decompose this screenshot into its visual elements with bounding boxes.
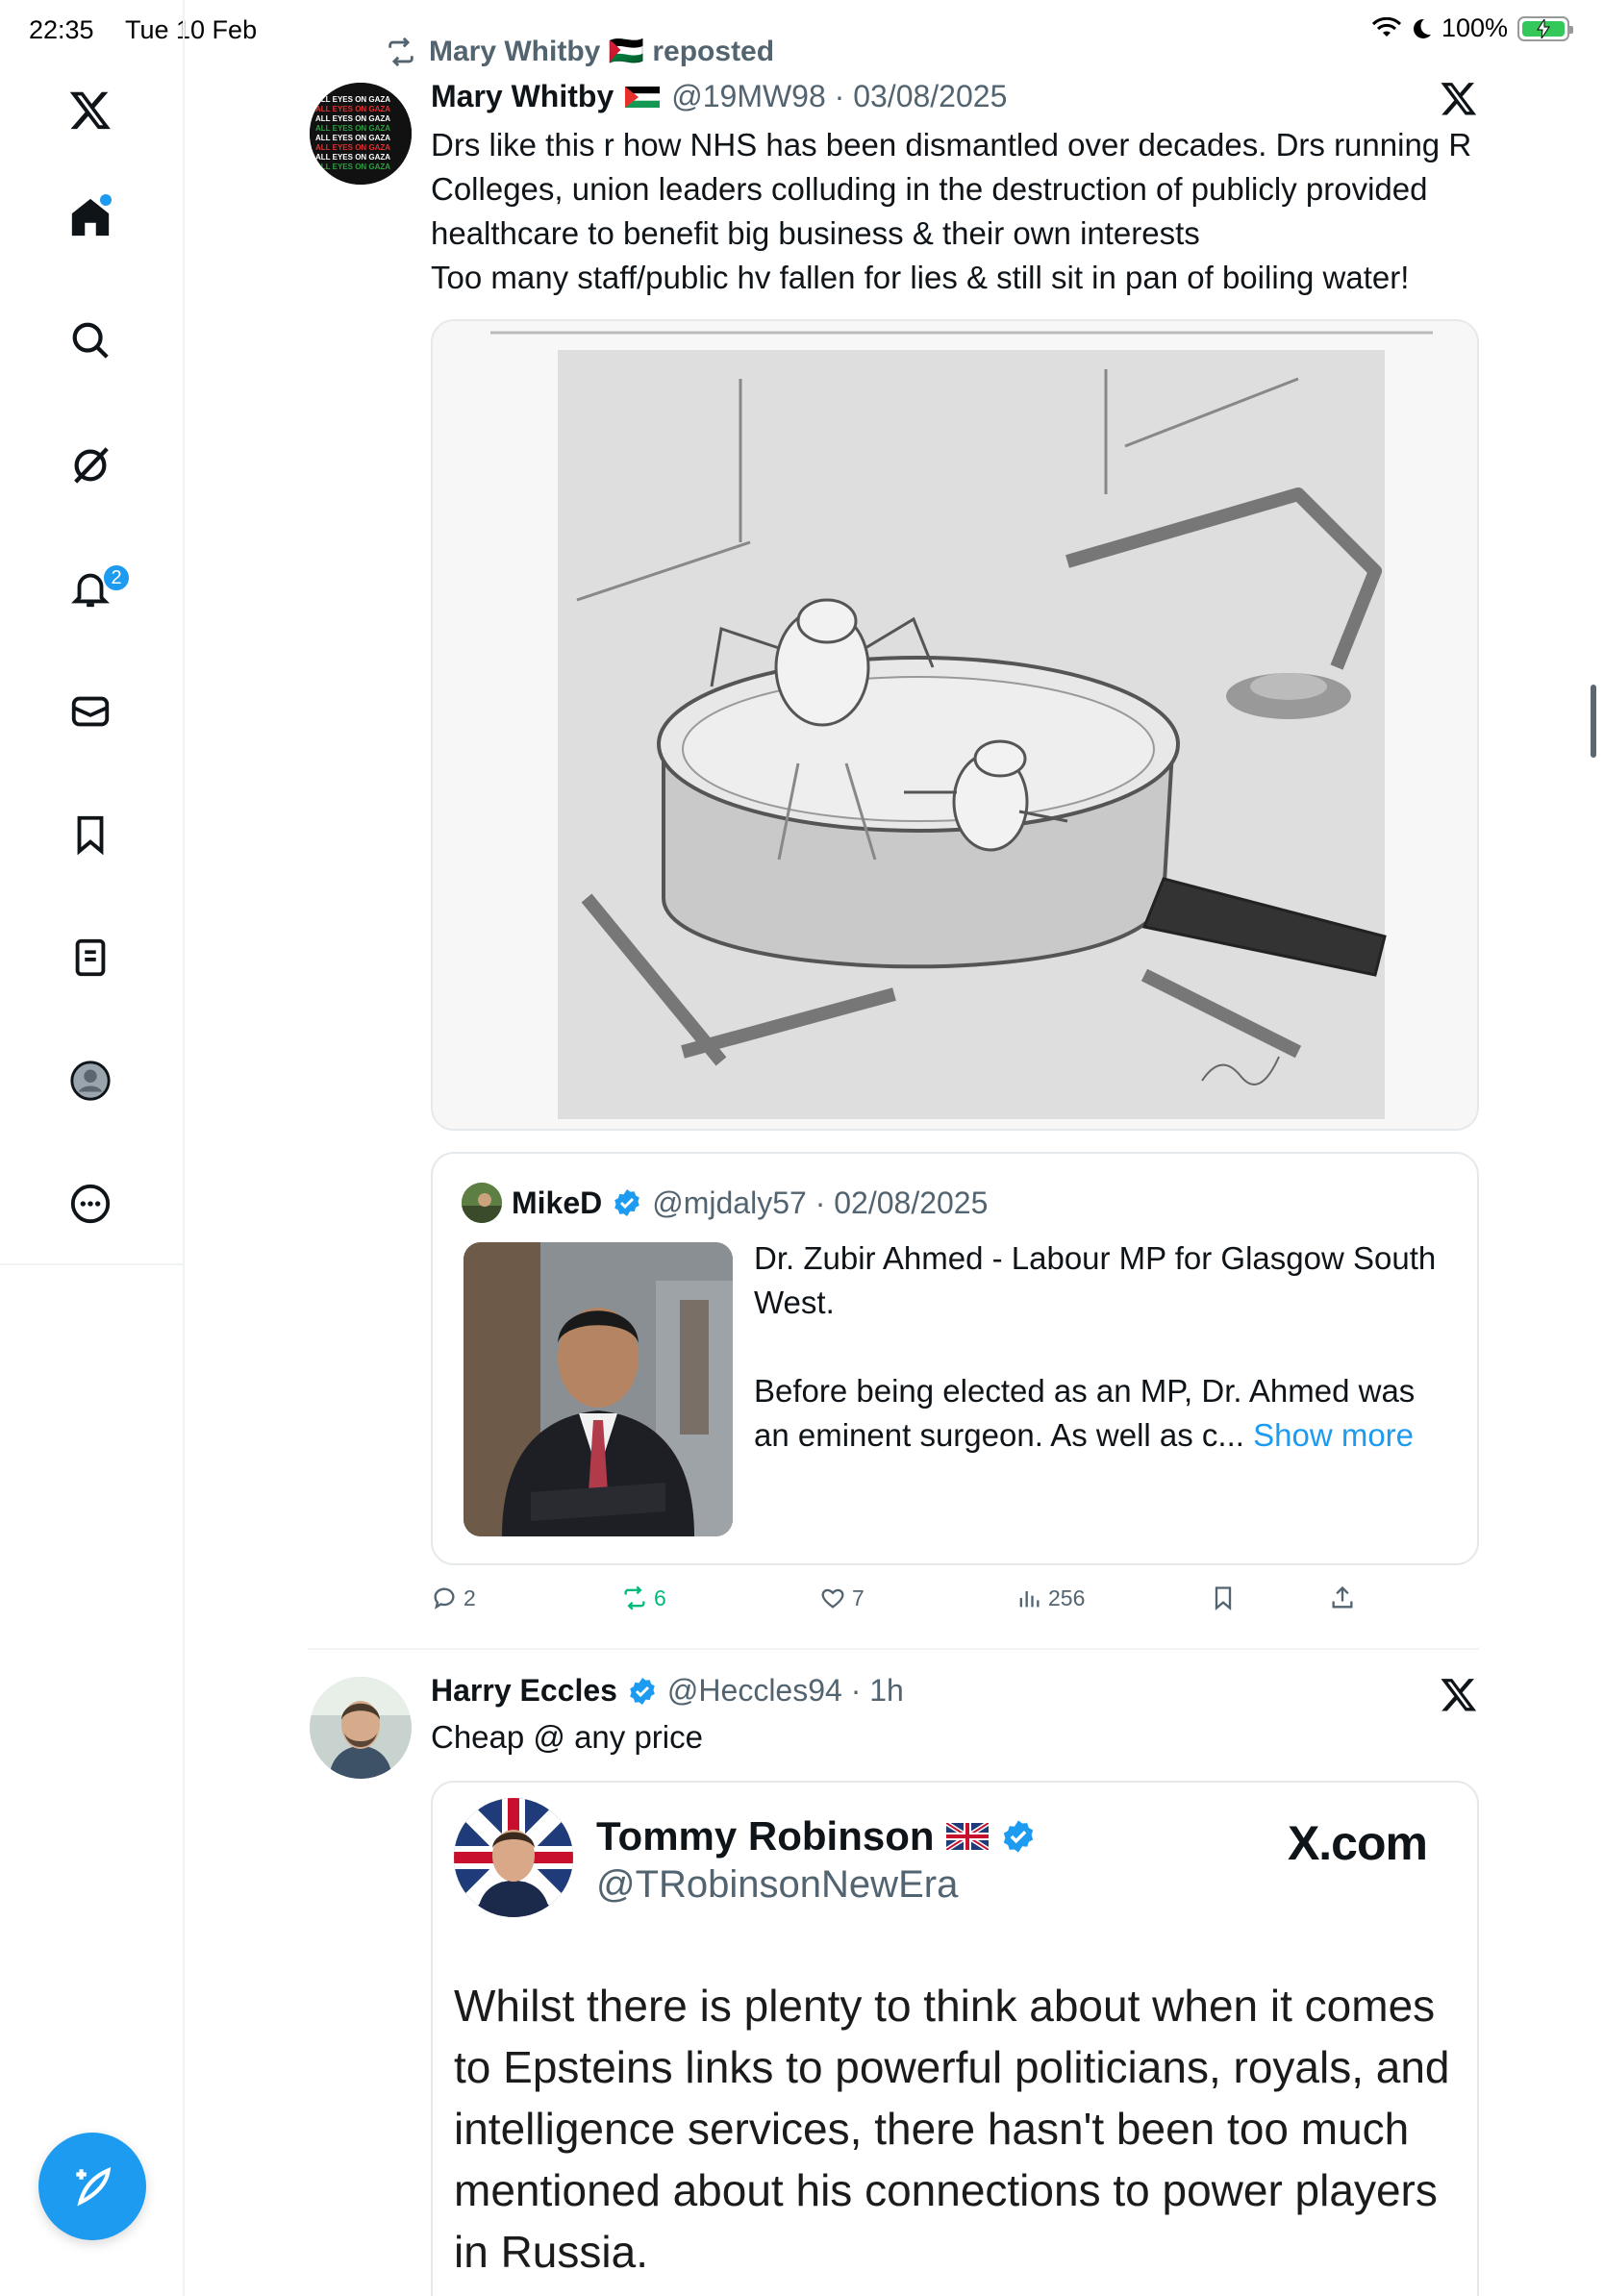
svg-text:ALL EYES ON GAZA: ALL EYES ON GAZA [315,162,390,171]
search-icon[interactable] [63,313,117,367]
verified-badge-icon [1003,1820,1033,1853]
notifications-badge: 2 [102,563,131,592]
svg-text:ALL EYES ON GAZA: ALL EYES ON GAZA [315,134,390,142]
x-logo-icon[interactable] [1440,1675,1478,1713]
profile-avatar-icon[interactable] [63,1054,117,1108]
svg-text:ALL EYES ON GAZA: ALL EYES ON GAZA [315,153,390,162]
harry-eccles-avatar[interactable] [310,1677,412,1779]
quoted-text-line1: Dr. Zubir Ahmed - Labour MP for Glasgow … [754,1240,1437,1320]
repost-icon [388,37,414,66]
home-unread-dot [100,194,112,206]
repost-label: Mary Whitby 🇵🇸 reposted [429,36,775,67]
wifi-icon [1371,16,1401,37]
sidebar: 2 [0,0,185,2296]
tweet2-text: Cheap @ any price [431,1719,703,1755]
views-count: 256 [1048,1585,1086,1610]
tweet2-author-name[interactable]: Harry Eccles [431,1673,617,1709]
repost-button[interactable]: 6 [621,1585,666,1611]
more-icon[interactable] [63,1177,117,1231]
svg-text:ALL EYES ON GAZA: ALL EYES ON GAZA [315,95,390,104]
tweet2-image[interactable]: Tommy Robinson @TRobinsonNewEra X.com Wh… [431,1781,1479,2296]
verified-badge-icon [614,1189,640,1216]
tweet-divider [308,1648,1479,1650]
tweet1-actions: 2 6 7 256 [431,1585,1431,1623]
embed-author-name-text: Tommy Robinson [596,1813,935,1859]
bookmark-icon [1215,1586,1232,1610]
mary-whitby-avatar[interactable]: ALL EYES ON GAZA ALL EYES ON GAZA ALL EY… [310,83,412,185]
tweet1-handle-date[interactable]: @19MW98 · 03/08/2025 [671,79,1007,114]
show-more-link[interactable]: Show more [1253,1417,1414,1453]
battery-icon [1517,15,1573,41]
notifications-bell-icon[interactable]: 2 [63,562,131,615]
heart-icon [821,1588,844,1609]
moon-icon [1413,18,1431,38]
svg-text:ALL EYES ON GAZA: ALL EYES ON GAZA [315,124,390,133]
messages-icon[interactable] [63,685,117,738]
svg-text:ALL EYES ON GAZA: ALL EYES ON GAZA [315,105,390,113]
uk-flag-icon [945,1823,989,1850]
miked-avatar [462,1183,502,1223]
home-icon[interactable] [63,190,117,244]
x-logo-icon[interactable] [63,83,117,137]
quoted-tweet-header: MikeD @mjdaly57 · 02/08/2025 [462,1183,988,1223]
tweet2-handle-date[interactable]: @Heccles94 · 1h [667,1673,904,1709]
embed-author-handle: @TRobinsonNewEra [596,1863,959,1906]
svg-text:ALL EYES ON GAZA: ALL EYES ON GAZA [315,143,390,152]
tweet1-text: Drs like this r how NHS has been dismant… [431,127,1472,295]
embed-author-name: Tommy Robinson [596,1813,1037,1859]
x-logo-icon[interactable] [1440,79,1478,117]
tommy-robinson-avatar [454,1798,573,1917]
quoted-text-line2: Before being elected as an MP, Dr. Ahmed… [754,1369,1446,1458]
svg-text:ALL EYES ON GAZA: ALL EYES ON GAZA [315,114,390,123]
tweet1-header: Mary Whitby @19MW98 · 03/08/2025 [431,79,1007,114]
palestine-flag-icon [625,86,661,108]
like-count: 7 [852,1585,865,1610]
views-chart-icon [1019,1591,1040,1608]
embed-body-text: Whilst there is plenty to think about wh… [454,1981,1450,2277]
quoted-tweet-photo[interactable] [464,1242,733,1536]
status-indicators: 100% [1371,13,1573,43]
tweet1-image[interactable] [431,319,1479,1131]
repost-count: 6 [654,1585,666,1610]
bookmark-button[interactable] [1210,1585,1237,1611]
quoted-author-name[interactable]: MikeD [512,1185,602,1221]
quoted-handle-date[interactable]: @mjdaly57 · 02/08/2025 [652,1185,988,1221]
bookmarks-icon[interactable] [63,808,117,861]
reply-icon [434,1587,455,1610]
reply-button[interactable]: 2 [431,1585,476,1611]
compose-post-button[interactable] [38,2133,146,2240]
repost-indicator: Mary Whitby 🇵🇸 reposted [385,35,774,68]
share-icon [1332,1585,1353,1609]
embed-brand-label: X.com [1287,1816,1428,1870]
share-button[interactable] [1329,1585,1356,1611]
tweet1-author-name[interactable]: Mary Whitby [431,79,614,114]
reply-count: 2 [464,1585,476,1610]
quoted-tweet-text: Dr. Zubir Ahmed - Labour MP for Glasgow … [754,1236,1446,1458]
repost-icon [624,1585,645,1610]
grok-icon[interactable] [63,438,117,492]
battery-percent: 100% [1441,13,1508,42]
scroll-indicator[interactable] [1591,685,1596,758]
like-button[interactable]: 7 [819,1585,865,1611]
tweet2-header: Harry Eccles @Heccles94 · 1h [431,1673,904,1709]
views-button[interactable]: 256 [1015,1585,1085,1611]
lists-icon[interactable] [63,931,117,985]
sidebar-separator [0,1263,185,1265]
quoted-tweet-card[interactable]: MikeD @mjdaly57 · 02/08/2025 Dr. Zubir A… [431,1152,1479,1565]
verified-badge-icon [630,1677,655,1705]
compose-feather-icon [76,2166,112,2207]
